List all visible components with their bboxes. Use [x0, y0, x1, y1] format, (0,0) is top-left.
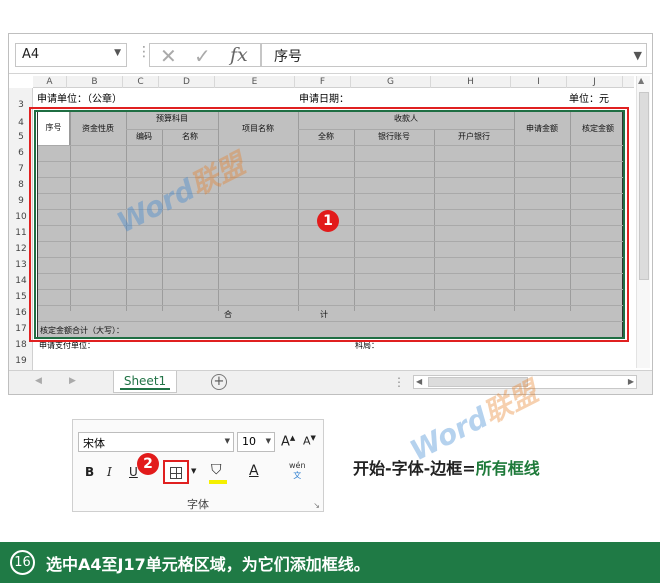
- applicant-label: 申请单位：（公章）: [37, 94, 122, 105]
- scroll-left-icon[interactable]: ◀: [416, 377, 422, 386]
- instruction-path: 开始-字体-边框=: [353, 459, 476, 478]
- scroll-right-icon[interactable]: ▶: [69, 376, 76, 386]
- column-header-a[interactable]: A: [33, 76, 67, 88]
- column-header-h[interactable]: H: [431, 76, 511, 88]
- column-headers: A B C D E F G H I J: [33, 76, 634, 88]
- step-caption: 选中A4至J17单元格区域，为它们添加框线。: [46, 555, 370, 574]
- instruction-target: 所有框线: [475, 459, 540, 478]
- vertical-scrollbar[interactable]: ▲: [636, 76, 650, 368]
- step-number: 16: [10, 550, 35, 575]
- unit-label: 单位：元: [569, 94, 609, 105]
- phonetic-top: wén: [289, 461, 306, 470]
- column-header-i[interactable]: I: [511, 76, 567, 88]
- formula-value: 序号: [274, 49, 302, 65]
- chevron-down-icon[interactable]: ▼: [191, 467, 196, 475]
- sheet-tab-bar: ◀ ▶ Sheet1 + ⋮ ◀ ▶: [9, 370, 652, 394]
- chevron-down-icon[interactable]: ▼: [114, 48, 121, 58]
- font-color-icon[interactable]: A: [249, 463, 259, 479]
- insert-function-icon[interactable]: fx: [230, 44, 248, 66]
- formula-bar: A4 ▼ ⋮ ✕ ✓ fx 序号 ▼: [9, 34, 652, 74]
- enter-icon[interactable]: ✓: [194, 44, 211, 68]
- sheet-tab-label: Sheet1: [123, 374, 167, 388]
- dialog-launcher-icon[interactable]: ↘: [313, 501, 320, 510]
- fill-color-swatch: [209, 480, 227, 484]
- formula-buttons: ✕ ✓ fx: [149, 43, 261, 68]
- add-sheet-icon[interactable]: +: [211, 374, 227, 390]
- chevron-down-icon[interactable]: ▼: [225, 437, 230, 445]
- column-header-g[interactable]: G: [351, 76, 431, 88]
- font-size-select[interactable]: 10 ▼: [237, 432, 275, 452]
- column-header-b[interactable]: B: [67, 76, 123, 88]
- cancel-icon[interactable]: ✕: [160, 44, 177, 68]
- chevron-down-icon[interactable]: ▼: [266, 437, 271, 445]
- font-size-value: 10: [242, 435, 256, 448]
- column-header-f[interactable]: F: [295, 76, 351, 88]
- phonetic-guide-icon[interactable]: wén 文: [289, 461, 306, 481]
- bold-button[interactable]: B: [85, 465, 94, 479]
- column-header-j[interactable]: J: [567, 76, 623, 88]
- vertical-scroll-thumb[interactable]: [639, 92, 649, 280]
- caption-footer: 16 选中A4至J17单元格区域，为它们添加框线。: [0, 542, 660, 583]
- name-box[interactable]: A4 ▼: [15, 43, 127, 67]
- font-group-ribbon: 宋体 ▼ 10 ▼ A▲ A▼ B I U ▼ ⛉ A wén 文 字体 ↘ 2: [72, 419, 324, 512]
- font-name-select[interactable]: 宋体 ▼: [78, 432, 234, 452]
- expand-formula-icon[interactable]: ▼: [634, 49, 642, 62]
- scroll-right-icon[interactable]: ▶: [628, 377, 634, 386]
- excel-window: A4 ▼ ⋮ ✕ ✓ fx 序号 ▼ A B C D E F G H I J 3: [8, 33, 653, 395]
- annotation-badge-2: 2: [137, 453, 159, 475]
- column-header-c[interactable]: C: [123, 76, 159, 88]
- date-label: 申请日期：: [299, 94, 349, 105]
- instruction-text: 开始-字体-边框=所有框线: [353, 455, 540, 479]
- increase-font-size-icon[interactable]: A▲: [281, 434, 295, 449]
- column-header-d[interactable]: D: [159, 76, 215, 88]
- all-borders-icon: [170, 467, 182, 479]
- drag-handle-icon[interactable]: ⋮: [393, 375, 405, 389]
- scroll-left-icon[interactable]: ◀: [35, 376, 42, 386]
- sheet-tab-sheet1[interactable]: Sheet1: [113, 371, 177, 393]
- column-header-e[interactable]: E: [215, 76, 295, 88]
- decrease-font-size-icon[interactable]: A▼: [303, 434, 316, 448]
- borders-button[interactable]: [163, 460, 189, 484]
- scroll-up-icon[interactable]: ▲: [638, 76, 644, 85]
- fill-color-icon[interactable]: ⛉: [211, 462, 222, 478]
- italic-button[interactable]: I: [107, 465, 112, 479]
- font-name-value: 宋体: [83, 437, 105, 450]
- formula-input[interactable]: 序号 ▼: [261, 43, 647, 67]
- phonetic-bottom: 文: [293, 471, 302, 480]
- row-header[interactable]: 19: [9, 356, 33, 366]
- font-group-label: 字体: [187, 498, 209, 511]
- name-box-value: A4: [22, 47, 40, 62]
- annotation-badge-1: 1: [317, 210, 339, 232]
